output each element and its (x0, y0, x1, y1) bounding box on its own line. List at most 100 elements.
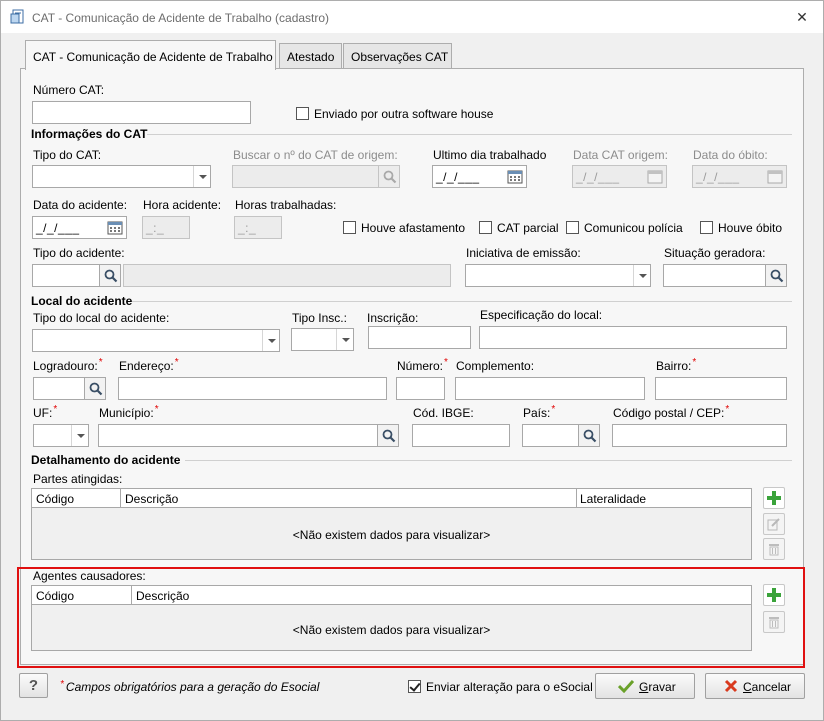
numero-label: Número:* (397, 357, 448, 373)
logradouro-label-text: Logradouro: (33, 359, 98, 373)
required-asterisk: * (551, 404, 556, 415)
required-asterisk: * (692, 357, 697, 368)
cep-input[interactable] (612, 424, 787, 447)
enviado-outra-label: Enviado por outra software house (314, 107, 494, 121)
required-asterisk: * (60, 679, 64, 690)
numero-cat-input[interactable] (32, 101, 251, 124)
situacao-input[interactable] (663, 264, 766, 287)
help-button[interactable]: ? (19, 673, 48, 698)
tipo-cat-label: Tipo do CAT: (33, 148, 102, 162)
cancelar-mnemonic: C (743, 680, 752, 694)
municipio-search-button[interactable] (377, 424, 399, 447)
partes-empty-message: <Não existem dados para visualizar> (292, 528, 491, 542)
comunicou-policia-checkbox[interactable]: Comunicou polícia (566, 221, 683, 235)
required-asterisk: * (174, 357, 179, 368)
search-icon (89, 382, 103, 396)
tab-atestado-label: Atestado (287, 50, 335, 64)
column-header-lateralidade[interactable]: Lateralidade (580, 492, 646, 506)
horas-trabalhadas-label: Horas trabalhadas: (235, 198, 337, 212)
cancelar-rest: ancelar (751, 680, 792, 694)
endereco-input[interactable] (118, 377, 387, 400)
iniciativa-label: Iniciativa de emissão: (466, 246, 581, 260)
situacao-label: Situação geradora: (664, 246, 766, 260)
numero-label-text: Número: (397, 359, 444, 373)
ultimo-dia-label: Ultimo dia trabalhado (433, 148, 547, 162)
bairro-label-text: Bairro: (656, 359, 692, 373)
buscar-cat-search-button (378, 165, 400, 188)
houve-afastamento-label: Houve afastamento (361, 221, 466, 235)
inscricao-input[interactable] (368, 326, 471, 349)
search-icon (383, 170, 397, 184)
calendar-icon[interactable] (507, 169, 523, 184)
houve-obito-box (700, 221, 713, 234)
gravar-button[interactable]: Gravar (595, 673, 695, 699)
horas-trabalhadas-input: _:_ (234, 216, 282, 239)
iniciativa-select[interactable] (465, 264, 651, 287)
tipo-acidente-label: Tipo do acidente: (33, 246, 125, 260)
data-cat-origem-label: Data CAT origem: (573, 148, 668, 162)
uf-label: UF:* (33, 404, 57, 420)
municipio-label: Município:* (99, 404, 159, 420)
section-local: Local do acidente (31, 294, 133, 308)
column-header-descricao[interactable]: Descrição (125, 492, 178, 506)
calendar-icon[interactable] (107, 220, 123, 235)
cat-parcial-checkbox[interactable]: CAT parcial (479, 221, 559, 235)
tipo-local-select[interactable] (32, 329, 280, 352)
section-informacoes: Informações do CAT (31, 127, 148, 141)
houve-obito-checkbox[interactable]: Houve óbito (700, 221, 782, 235)
search-icon (583, 429, 597, 443)
gravar-label: Gravar (639, 680, 676, 694)
comunicou-policia-label: Comunicou polícia (584, 221, 683, 235)
search-icon (770, 269, 784, 283)
edit-icon (767, 518, 780, 531)
cat-parcial-label: CAT parcial (497, 221, 559, 235)
houve-afastamento-checkbox[interactable]: Houve afastamento (343, 221, 465, 235)
bairro-label: Bairro:* (656, 357, 697, 373)
enviar-alteracao-checkbox[interactable]: Enviar alteração para o eSocial (408, 680, 593, 694)
ultimo-dia-input[interactable]: _/_/___ (432, 165, 527, 188)
calendar-icon (767, 170, 783, 184)
pais-label: País:* (523, 404, 556, 420)
pais-search-button[interactable] (578, 424, 600, 447)
pais-input[interactable] (522, 424, 579, 447)
bairro-input[interactable] (655, 377, 787, 400)
enviado-outra-checkbox[interactable]: Enviado por outra software house (296, 107, 493, 121)
cod-ibge-input[interactable] (412, 424, 510, 447)
tipo-insc-select[interactable] (291, 328, 354, 351)
tab-cat[interactable]: CAT - Comunicação de Acidente de Trabalh… (25, 40, 276, 70)
partes-edit-button (763, 513, 785, 535)
data-acidente-input[interactable]: _/_/___ (32, 216, 127, 239)
houve-afastamento-box (343, 221, 356, 234)
tab-observacoes[interactable]: Observações CAT (343, 43, 452, 69)
complemento-input[interactable] (455, 377, 645, 400)
gravar-mnemonic: G (639, 680, 649, 694)
tipo-acidente-code-input[interactable] (32, 264, 100, 287)
cancelar-button[interactable]: Cancelar (705, 673, 805, 699)
required-asterisk: * (98, 357, 103, 368)
column-header-codigo[interactable]: Código (36, 492, 74, 506)
numero-input[interactable] (396, 377, 445, 400)
situacao-search-button[interactable] (765, 264, 787, 287)
enviar-alteracao-label: Enviar alteração para o eSocial (426, 680, 593, 694)
tipo-cat-select[interactable] (32, 165, 211, 188)
logradouro-search-button[interactable] (84, 377, 106, 400)
cep-label-text: Código postal / CEP: (613, 406, 725, 420)
pais-label-text: País: (523, 406, 551, 420)
especificacao-label: Especificação do local: (480, 308, 603, 322)
search-icon (382, 429, 396, 443)
logradouro-input[interactable] (33, 377, 85, 400)
chevron-down-icon (71, 425, 88, 446)
uf-select[interactable] (33, 424, 89, 447)
municipio-input[interactable] (98, 424, 378, 447)
tipo-acidente-search-button[interactable] (99, 264, 121, 287)
partes-grid-header: Código Descrição Lateralidade (32, 489, 751, 508)
tab-atestado[interactable]: Atestado (279, 43, 342, 69)
data-obito-label: Data do óbito: (693, 148, 768, 162)
required-asterisk: * (154, 404, 159, 415)
partes-add-button[interactable] (763, 487, 785, 509)
required-asterisk: * (444, 357, 448, 368)
partes-grid[interactable]: Código Descrição Lateralidade <Não exist… (31, 488, 752, 560)
especificacao-input[interactable] (479, 326, 787, 349)
calendar-icon (647, 170, 663, 184)
close-icon[interactable]: ✕ (794, 9, 810, 25)
